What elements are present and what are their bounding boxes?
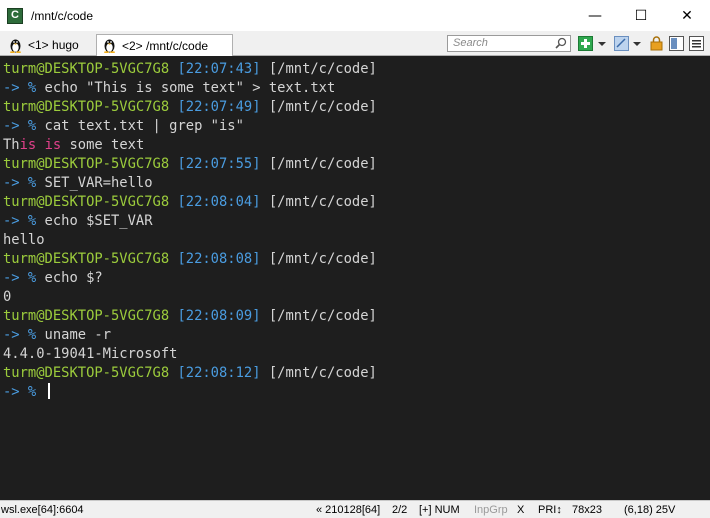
prompt-arrow: -> % — [3, 175, 37, 191]
status-mode: [+] NUM — [419, 504, 460, 516]
grep-output-line: This is some text — [3, 136, 144, 155]
status-size: 78x23 — [572, 504, 602, 516]
command-line: -> % echo $? — [3, 269, 103, 288]
minimize-button[interactable]: — — [572, 0, 618, 31]
status-cursor-pos: (6,18) 25V — [624, 504, 676, 516]
prompt-path: [/mnt/c/code] — [268, 194, 377, 210]
prompt-arrow: -> % — [3, 118, 37, 134]
search-icon[interactable] — [555, 37, 567, 49]
output-text: 4.4.0-19041-Microsoft — [3, 346, 178, 362]
prompt-line: turm@DESKTOP-5VGC7G8 [22:08:08] [/mnt/c/… — [3, 250, 377, 269]
tab-label: <1> hugo — [28, 38, 79, 52]
command-line: -> % cat text.txt | grep "is" — [3, 117, 244, 136]
tab-bar: <1> hugo <2> /mnt/c/code Search — [0, 31, 710, 56]
tab-mnt-c-code[interactable]: <2> /mnt/c/code — [96, 34, 233, 56]
prompt-arrow: -> % — [3, 270, 37, 286]
prompt-user: turm@DESKTOP-5VGC7G8 — [3, 61, 170, 77]
prompt-time: [22:07:49] — [177, 99, 261, 115]
prompt-path: [/mnt/c/code] — [268, 308, 377, 324]
prompt-user: turm@DESKTOP-5VGC7G8 — [3, 365, 170, 381]
status-console: 2/2 — [392, 504, 408, 516]
maximize-button[interactable]: ☐ — [618, 0, 664, 31]
command-text: echo "This is some text" > text.txt — [44, 80, 336, 96]
prompt-line: turm@DESKTOP-5VGC7G8 [22:08:04] [/mnt/c/… — [3, 193, 377, 212]
status-buffer: « 210128[64] — [316, 504, 381, 516]
chevron-down-icon[interactable] — [632, 36, 642, 51]
prompt-path: [/mnt/c/code] — [268, 365, 377, 381]
command-line: -> % SET_VAR=hello — [3, 174, 153, 193]
window-title: /mnt/c/code — [31, 8, 94, 23]
menu-icon[interactable] — [689, 36, 704, 51]
output-text: some text — [61, 137, 145, 153]
tab-label: <2> /mnt/c/code — [122, 38, 209, 53]
prompt-path: [/mnt/c/code] — [268, 156, 377, 172]
window-icon[interactable] — [614, 36, 629, 51]
status-pri: PRI↕ — [538, 504, 562, 516]
grep-match: is — [44, 137, 62, 153]
prompt-time: [22:07:55] — [177, 156, 261, 172]
command-text: echo $? — [44, 270, 103, 286]
prompt-arrow: -> % — [3, 213, 37, 229]
prompt-time: [22:08:09] — [177, 308, 261, 324]
output-text: 0 — [3, 289, 12, 305]
output-text: hello — [3, 232, 45, 248]
prompt-path: [/mnt/c/code] — [268, 99, 377, 115]
command-text: uname -r — [44, 327, 111, 343]
command-text: echo $SET_VAR — [44, 213, 153, 229]
panel-icon[interactable] — [669, 36, 684, 51]
new-console-icon[interactable] — [578, 36, 593, 51]
prompt-line: turm@DESKTOP-5VGC7G8 [22:08:12] [/mnt/c/… — [3, 364, 377, 383]
command-text: SET_VAR=hello — [44, 175, 153, 191]
prompt-line: turm@DESKTOP-5VGC7G8 [22:08:09] [/mnt/c/… — [3, 307, 377, 326]
output-line: 0 — [3, 288, 11, 307]
tux-icon — [10, 39, 21, 53]
prompt-line: turm@DESKTOP-5VGC7G8 [22:07:43] [/mnt/c/… — [3, 60, 377, 79]
status-bar: wsl.exe[64]:6604 « 210128[64] 2/2 [+] NU… — [0, 500, 710, 518]
command-line: -> % uname -r — [3, 326, 111, 345]
status-x: X — [517, 504, 525, 516]
conemu-app-icon[interactable]: C — [7, 7, 23, 24]
tux-icon — [104, 39, 115, 53]
window-controls: — ☐ ✕ — [572, 0, 710, 31]
title-bar: C /mnt/c/code — ☐ ✕ — [0, 0, 710, 31]
output-line: 4.4.0-19041-Microsoft — [3, 345, 177, 364]
output-line: hello — [3, 231, 45, 250]
search-placeholder: Search — [453, 37, 488, 49]
prompt-path: [/mnt/c/code] — [268, 251, 377, 267]
prompt-user: turm@DESKTOP-5VGC7G8 — [3, 194, 170, 210]
lock-icon[interactable] — [649, 36, 664, 51]
chevron-down-icon[interactable] — [597, 36, 607, 51]
prompt-time: [22:08:12] — [177, 365, 261, 381]
prompt-time: [22:07:43] — [177, 61, 261, 77]
prompt-user: turm@DESKTOP-5VGC7G8 — [3, 99, 170, 115]
output-text: Th — [3, 137, 20, 153]
prompt-user: turm@DESKTOP-5VGC7G8 — [3, 251, 170, 267]
prompt-user: turm@DESKTOP-5VGC7G8 — [3, 308, 170, 324]
prompt-user: turm@DESKTOP-5VGC7G8 — [3, 156, 170, 172]
command-line: -> % — [3, 383, 50, 402]
status-process: wsl.exe[64]:6604 — [1, 504, 84, 516]
prompt-arrow: -> % — [3, 80, 37, 96]
text-cursor — [47, 383, 50, 399]
terminal-output[interactable]: turm@DESKTOP-5VGC7G8 [22:07:43] [/mnt/c/… — [0, 58, 710, 500]
prompt-line: turm@DESKTOP-5VGC7G8 [22:07:55] [/mnt/c/… — [3, 155, 377, 174]
prompt-path: [/mnt/c/code] — [268, 61, 377, 77]
prompt-arrow: -> % — [3, 384, 37, 400]
search-input[interactable]: Search — [447, 35, 571, 52]
prompt-arrow: -> % — [3, 327, 37, 343]
prompt-time: [22:08:04] — [177, 194, 261, 210]
status-inpgrp: InpGrp — [474, 504, 508, 516]
tab-hugo[interactable]: <1> hugo — [3, 34, 94, 56]
command-line: -> % echo "This is some text" > text.txt — [3, 79, 335, 98]
grep-match: is — [19, 137, 37, 153]
prompt-time: [22:08:08] — [177, 251, 261, 267]
prompt-line: turm@DESKTOP-5VGC7G8 [22:07:49] [/mnt/c/… — [3, 98, 377, 117]
close-button[interactable]: ✕ — [664, 0, 710, 31]
command-text: cat text.txt | grep "is" — [44, 118, 244, 134]
command-line: -> % echo $SET_VAR — [3, 212, 153, 231]
